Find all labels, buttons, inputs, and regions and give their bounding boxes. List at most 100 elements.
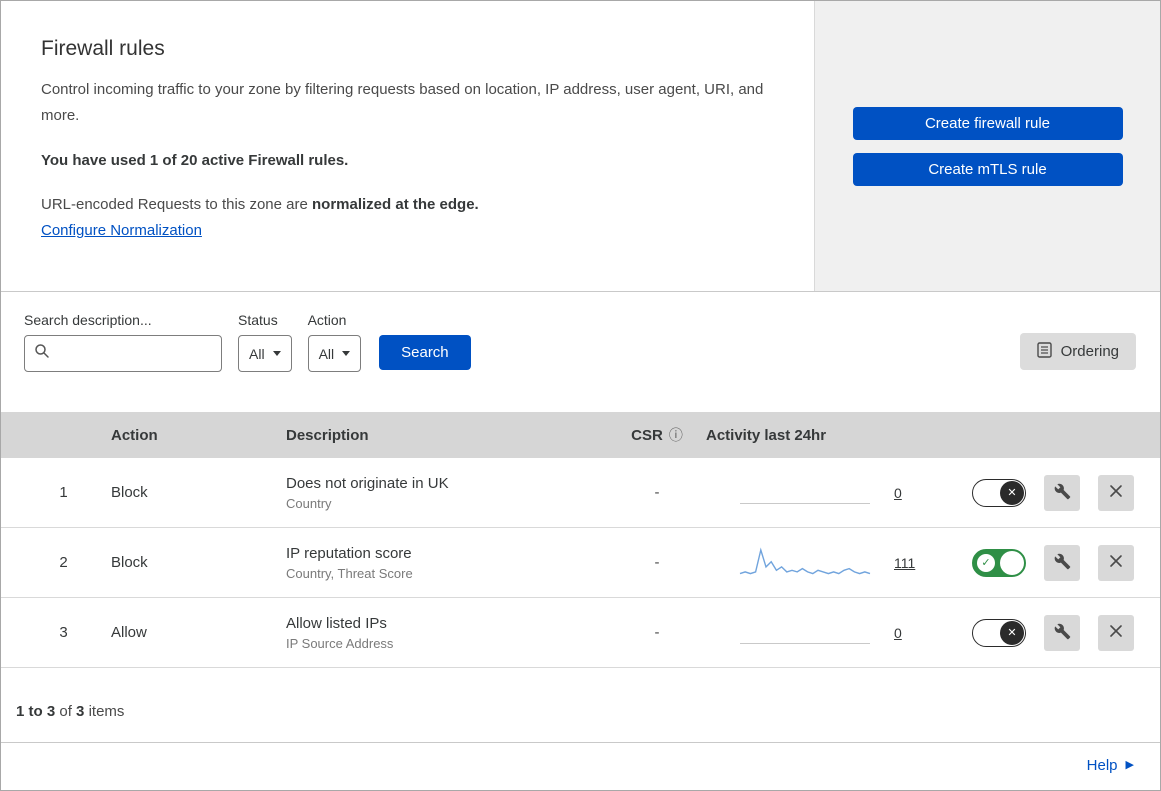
configure-normalization-link[interactable]: Configure Normalization [41,222,202,239]
help-link[interactable]: Help ▶ [1087,757,1134,774]
help-link-label: Help [1086,757,1118,774]
close-icon [1109,624,1123,641]
normalization-bold: normalized at the edge. [312,196,479,213]
page-header-text: Firewall rules Control incoming traffic … [1,1,814,291]
usage-summary: You have used 1 of 20 active Firewall ru… [41,152,349,169]
rule-action: Block [111,554,148,571]
help-bar: Help ▶ [1,742,1160,788]
rules-table-header: Action Description CSR ⓘ Activity last 2… [1,412,1160,458]
check-icon: ✓ [977,553,995,572]
rule-csr-value: - [654,624,660,641]
edit-rule-button[interactable] [1044,614,1080,651]
ordering-list-icon [1036,341,1052,362]
rule-activity: 0 [702,615,952,651]
rule-controls: ✓ ✕ [952,544,1160,581]
create-mtls-rule-button[interactable]: Create mTLS rule [852,152,1123,186]
close-icon [1109,554,1123,571]
wrench-icon [1054,483,1071,503]
status-label: Status [238,312,278,328]
table-row: 3 Allow Allow listed IPs IP Source Addre… [1,598,1160,668]
search-group: Search description... [24,312,222,372]
x-icon: ✕ [1007,627,1017,639]
rule-description-title: Does not originate in UK [286,474,449,492]
ordering-button[interactable]: Ordering [1019,333,1136,370]
normalization-prefix: URL-encoded Requests to this zone are [41,196,312,213]
info-icon[interactable]: ⓘ [669,425,683,445]
rule-description: Allow listed IPs IP Source Address [286,615,612,651]
rule-enabled-toggle[interactable]: ✓ ✕ [972,478,1026,507]
rule-description-title: IP reputation score [286,544,412,562]
table-pagination: 1 to 3 of 3 items [1,668,1160,742]
status-dropdown[interactable]: All [238,335,292,372]
rule-description-title: Allow listed IPs [286,614,387,632]
pagination-of: of [59,703,72,720]
rule-csr-value: - [654,554,660,571]
delete-rule-button[interactable] [1098,614,1134,651]
delete-rule-button[interactable] [1098,544,1134,581]
chevron-right-icon: ▶ [1125,759,1134,771]
search-label: Search description... [24,312,152,328]
rule-description: IP reputation score Country, Threat Scor… [286,545,612,581]
activity-count-link[interactable]: 111 [894,555,915,571]
rule-priority: 1 [59,484,68,501]
column-action: Action [111,426,158,444]
pagination-range: 1 to 3 [16,703,56,720]
rule-enabled-toggle[interactable]: ✓ ✕ [972,548,1026,577]
action-dropdown[interactable]: All [307,335,362,372]
pagination-total: 3 [76,703,85,720]
rule-priority: 3 [59,624,68,641]
column-csr: CSR ⓘ [612,425,702,445]
rule-fields: IP Source Address [286,635,394,651]
activity-count-link[interactable]: 0 [894,625,902,641]
rule-enabled-toggle[interactable]: ✓ ✕ [972,618,1026,647]
rule-fields: Country, Threat Score [286,565,413,581]
filter-bar: Search description... Status All Action … [1,292,1160,412]
actions-panel: Create firewall rule Create mTLS rule [814,1,1160,291]
status-dropdown-value: All [249,345,265,362]
rule-fields: Country [286,495,332,511]
activity-sparkline [740,615,870,651]
pagination-items: items [88,703,125,720]
edit-rule-button[interactable] [1044,474,1080,511]
status-filter-group: Status All [238,312,292,372]
rule-description: Does not originate in UK Country [286,475,612,511]
table-row: 1 Block Does not originate in UK Country… [1,458,1160,528]
column-activity: Activity last 24hr [706,426,827,444]
table-row: 2 Block IP reputation score Country, Thr… [1,528,1160,598]
toggle-knob: ✕ [1000,480,1024,505]
wrench-icon [1054,553,1071,573]
action-filter-group: Action All [307,312,362,372]
create-firewall-rule-button[interactable]: Create firewall rule [852,106,1123,140]
activity-sparkline [740,475,870,511]
toggle-knob: ✕ [1000,550,1024,575]
close-icon [1109,484,1123,501]
page-header: Firewall rules Control incoming traffic … [1,1,1160,292]
search-input[interactable] [57,345,212,362]
rule-activity: 111 [702,545,952,581]
chevron-down-icon [272,351,281,356]
activity-count-link[interactable]: 0 [894,485,902,501]
activity-sparkline [739,545,871,581]
x-icon: ✕ [1007,487,1017,499]
search-box[interactable] [24,335,222,372]
action-label: Action [307,312,347,328]
action-dropdown-value: All [318,345,335,362]
column-description: Description [286,426,369,444]
edit-rule-button[interactable] [1044,544,1080,581]
delete-rule-button[interactable] [1098,474,1134,511]
rule-priority: 2 [59,554,68,571]
normalization-text: URL-encoded Requests to this zone are no… [41,196,774,213]
ordering-button-label: Ordering [1060,343,1119,360]
rule-action: Block [111,484,148,501]
firewall-rules-page: Firewall rules Control incoming traffic … [0,0,1161,791]
search-button[interactable]: Search [379,335,471,370]
rule-action: Allow [111,624,147,641]
page-description: Control incoming traffic to your zone by… [41,81,764,124]
rule-controls: ✓ ✕ [952,474,1160,511]
wrench-icon [1054,623,1071,643]
search-icon [34,343,50,364]
rule-csr-value: - [654,484,660,501]
rule-activity: 0 [702,475,952,511]
rule-controls: ✓ ✕ [952,614,1160,651]
page-title: Firewall rules [41,37,165,60]
